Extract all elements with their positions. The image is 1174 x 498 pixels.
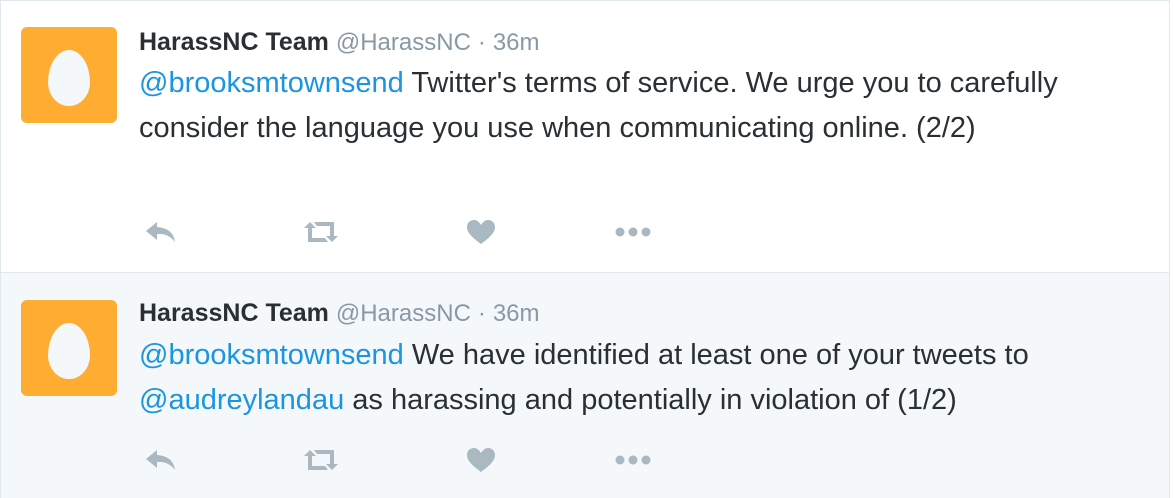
author-name[interactable]: HarassNC Team (139, 299, 329, 327)
tweet[interactable]: HarassNC Team @HarassNC · 36m @brooksmto… (0, 0, 1170, 272)
separator: · (477, 29, 486, 56)
separator: · (477, 300, 486, 327)
mention-link[interactable]: @brooksmtownsend (139, 339, 404, 371)
tweet-text-content: We have identified at least one of your … (403, 339, 1029, 371)
retweet-button[interactable] (299, 217, 343, 247)
egg-avatar-icon (48, 323, 90, 379)
mention-link[interactable]: @audreylandau (139, 384, 344, 416)
more-button[interactable] (611, 445, 655, 475)
egg-avatar-icon (48, 50, 90, 106)
timestamp[interactable]: 36m (493, 29, 540, 56)
author-handle[interactable]: @HarassNC (336, 29, 471, 56)
tweet-text-content: as harassing and potentially in violatio… (344, 384, 957, 416)
reply-icon (146, 222, 175, 242)
more-button[interactable] (611, 217, 655, 247)
timestamp[interactable]: 36m (493, 300, 540, 327)
tweet-actions (139, 445, 679, 475)
retweet-icon (304, 450, 338, 470)
like-button[interactable] (459, 217, 503, 247)
tweet-header: HarassNC Team @HarassNC · 36m (139, 27, 540, 58)
tweet-text: @brooksmtownsend We have identified at l… (139, 333, 1149, 423)
like-icon (467, 220, 495, 244)
avatar[interactable] (21, 300, 117, 396)
tweet-actions (139, 217, 679, 247)
avatar[interactable] (21, 27, 117, 123)
tweet-text: @brooksmtownsend Twitter's terms of serv… (139, 61, 1149, 151)
timeline: HarassNC Team @HarassNC · 36m @brooksmto… (0, 0, 1174, 498)
retweet-button[interactable] (299, 445, 343, 475)
like-button[interactable] (459, 445, 503, 475)
reply-button[interactable] (139, 445, 183, 475)
retweet-icon (304, 222, 338, 242)
tweet[interactable]: HarassNC Team @HarassNC · 36m @brooksmto… (0, 272, 1170, 498)
author-handle[interactable]: @HarassNC (336, 300, 471, 327)
reply-icon (146, 450, 175, 470)
reply-button[interactable] (139, 217, 183, 247)
tweet-header: HarassNC Team @HarassNC · 36m (139, 298, 540, 329)
mention-link[interactable]: @brooksmtownsend (139, 67, 404, 99)
more-icon (615, 227, 651, 237)
like-icon (467, 448, 495, 472)
author-name[interactable]: HarassNC Team (139, 28, 329, 56)
more-icon (615, 455, 651, 465)
